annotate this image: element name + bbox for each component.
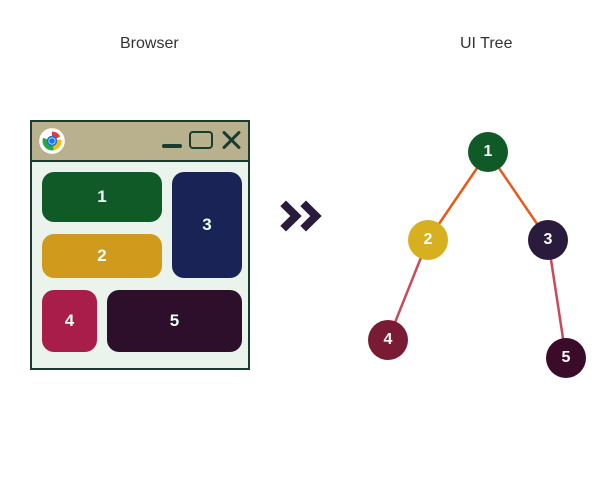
ui-block-4: 4 [42, 290, 97, 352]
ui-block-2: 2 [42, 234, 162, 278]
arrow-icon [275, 205, 317, 232]
chrome-icon [38, 127, 66, 155]
tree-node-2: 2 [408, 220, 448, 260]
tree-node-4: 4 [368, 320, 408, 360]
tree-node-5: 5 [546, 338, 586, 378]
browser-content: 1 2 3 4 5 [32, 162, 248, 368]
window-controls [162, 129, 242, 151]
tree-title: UI Tree [460, 35, 512, 53]
ui-block-3: 3 [172, 172, 242, 278]
close-icon[interactable] [220, 129, 242, 151]
ui-block-1: 1 [42, 172, 162, 222]
browser-title: Browser [120, 35, 179, 53]
ui-tree: 1 2 3 4 5 [350, 120, 600, 400]
maximize-icon[interactable] [189, 131, 213, 149]
minimize-icon[interactable] [162, 144, 182, 148]
browser-titlebar [32, 122, 248, 162]
ui-block-5: 5 [107, 290, 242, 352]
browser-window: 1 2 3 4 5 [30, 120, 250, 370]
tree-node-3: 3 [528, 220, 568, 260]
tree-node-1: 1 [468, 132, 508, 172]
